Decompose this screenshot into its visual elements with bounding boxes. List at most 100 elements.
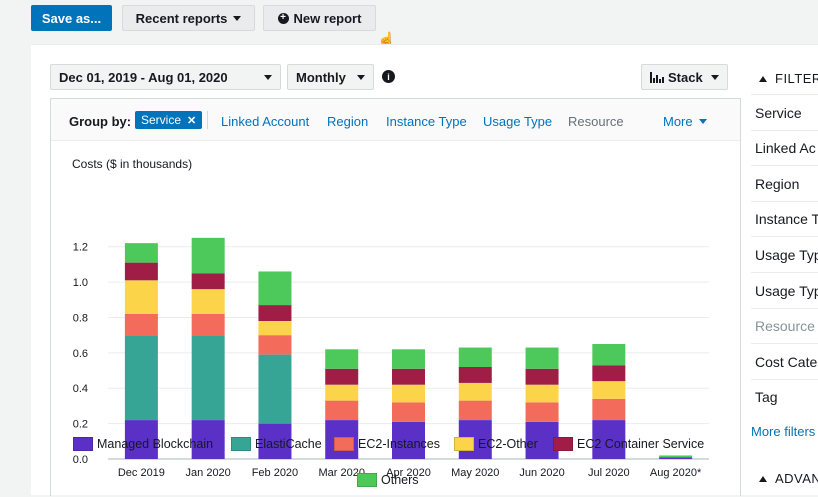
bar-segment [191, 273, 225, 290]
bar-segment [458, 347, 492, 367]
legend-label: Managed Blockchain [97, 437, 214, 451]
filter-item: Resource [751, 307, 818, 344]
group-by-bar: Group by: Service ✕ Linked Account Regio… [51, 99, 740, 141]
group-by-linked-account[interactable]: Linked Account [221, 114, 309, 129]
legend-item[interactable]: Managed Blockchain [73, 437, 213, 451]
bar-segment [592, 381, 626, 399]
bar-segment [191, 335, 225, 421]
y-tick-label: 0.6 [73, 348, 88, 360]
bar-segment [525, 384, 559, 403]
bar-segment [124, 335, 158, 421]
new-report-label: New report [293, 10, 362, 26]
bar-segment [392, 368, 425, 385]
info-icon[interactable]: i [382, 70, 395, 83]
chevron-down-icon [711, 75, 719, 80]
legend-label: EC2 Container Service [577, 437, 705, 451]
chevron-down-icon [357, 75, 365, 80]
group-by-selected-chip[interactable]: Service ✕ [135, 111, 203, 129]
x-tick-label: May 2020 [451, 467, 499, 479]
more-label: More [663, 114, 693, 129]
bar-segment [592, 365, 626, 382]
filter-item[interactable]: Linked Ac [751, 129, 818, 166]
filters-header[interactable]: FILTER [759, 71, 818, 86]
bar-segment [124, 313, 158, 336]
chart-style-dropdown[interactable]: Stack [641, 64, 728, 90]
toolbar: Save as... Recent reports + New report ☝ [0, 0, 818, 49]
chevron-down-icon [698, 119, 707, 124]
bar-segment [392, 402, 425, 422]
legend-swatch [73, 437, 93, 451]
filter-item[interactable]: Service [751, 94, 818, 130]
bar-segment [525, 347, 559, 369]
granularity-label: Monthly [296, 69, 346, 85]
report-panel: Dec 01, 2019 - Aug 01, 2020 Monthly i St… [31, 44, 818, 496]
group-by-usage-type[interactable]: Usage Type [483, 114, 552, 129]
legend-swatch [231, 437, 251, 451]
group-by-instance-type[interactable]: Instance Type [386, 114, 467, 129]
filter-item[interactable]: Region [751, 165, 818, 201]
bar-segment [258, 335, 292, 355]
filter-item[interactable]: Instance T [751, 200, 818, 237]
new-report-button[interactable]: + New report [263, 5, 376, 31]
recent-reports-button[interactable]: Recent reports [122, 5, 255, 31]
bar-segment [258, 271, 292, 306]
bar-segment [659, 455, 693, 458]
filter-item[interactable]: Usage Typ [751, 236, 818, 272]
group-by-more-dropdown[interactable]: More [663, 114, 707, 129]
legend-swatch [357, 473, 377, 487]
bar-segment [392, 349, 425, 369]
selected-group-label: Service [141, 113, 182, 127]
group-by-region[interactable]: Region [327, 114, 368, 129]
bar-segment [325, 384, 359, 401]
date-range-dropdown[interactable]: Dec 01, 2019 - Aug 01, 2020 [50, 64, 281, 90]
advanced-options-header[interactable]: ADVAN [759, 471, 818, 486]
bar-segment [258, 354, 292, 424]
chart-style-label: Stack [668, 69, 703, 85]
legend-item[interactable]: EC2-Other [454, 437, 538, 451]
filter-item[interactable]: Usage Typ [751, 272, 818, 308]
granularity-dropdown[interactable]: Monthly [287, 64, 374, 90]
bar-segment [458, 382, 492, 401]
close-icon[interactable]: ✕ [187, 114, 196, 127]
x-tick-label: Jul 2020 [588, 467, 630, 479]
chart-container: Group by: Service ✕ Linked Account Regio… [50, 98, 741, 496]
bar-segment [325, 349, 359, 369]
chevron-down-icon [264, 75, 272, 80]
legend-swatch [334, 437, 354, 451]
chevron-down-icon [233, 15, 242, 21]
filter-item[interactable]: Cost Cate [751, 343, 818, 379]
bar-segment [325, 368, 359, 385]
bar-segment [124, 262, 158, 281]
bar-chart-icon [650, 71, 664, 83]
bar-segment [191, 313, 225, 336]
plus-circle-icon: + [277, 12, 289, 24]
bar-segment [525, 402, 559, 422]
group-by-resource: Resource [568, 114, 624, 129]
legend-item[interactable]: ElastiCache [231, 437, 322, 451]
group-by-label: Group by: [69, 114, 132, 129]
legend-label: EC2-Other [478, 437, 538, 451]
legend-swatch [454, 437, 474, 451]
bar-segment [124, 280, 158, 314]
y-tick-label: 1.0 [73, 277, 88, 289]
legend-item[interactable]: EC2 Container Service [553, 437, 704, 451]
bar-segment [124, 243, 158, 263]
x-tick-label: Dec 2019 [118, 467, 165, 479]
bar-segment [392, 384, 425, 403]
bar-segment [592, 344, 626, 366]
bar-segment [525, 368, 559, 385]
legend-item[interactable]: EC2-Instances [334, 437, 440, 451]
legend-item[interactable]: Others [357, 473, 419, 487]
chart-area: Costs ($ in thousands) 0.0 0.2 0.4 0.6 0.8 1.… [51, 141, 740, 497]
more-filters-link[interactable]: More filters [751, 424, 815, 439]
legend-label: Others [381, 473, 419, 487]
filter-item[interactable]: Tag [751, 378, 818, 415]
bar-segment [592, 398, 626, 421]
bar-segment [659, 457, 693, 459]
y-tick-label: 0.0 [73, 454, 88, 466]
y-tick-label: 0.4 [73, 383, 88, 395]
legend-label: ElastiCache [255, 437, 322, 451]
save-as-button[interactable]: Save as... [31, 5, 112, 31]
y-tick-label: 1.2 [73, 242, 88, 254]
x-tick-label: Aug 2020* [650, 467, 702, 479]
